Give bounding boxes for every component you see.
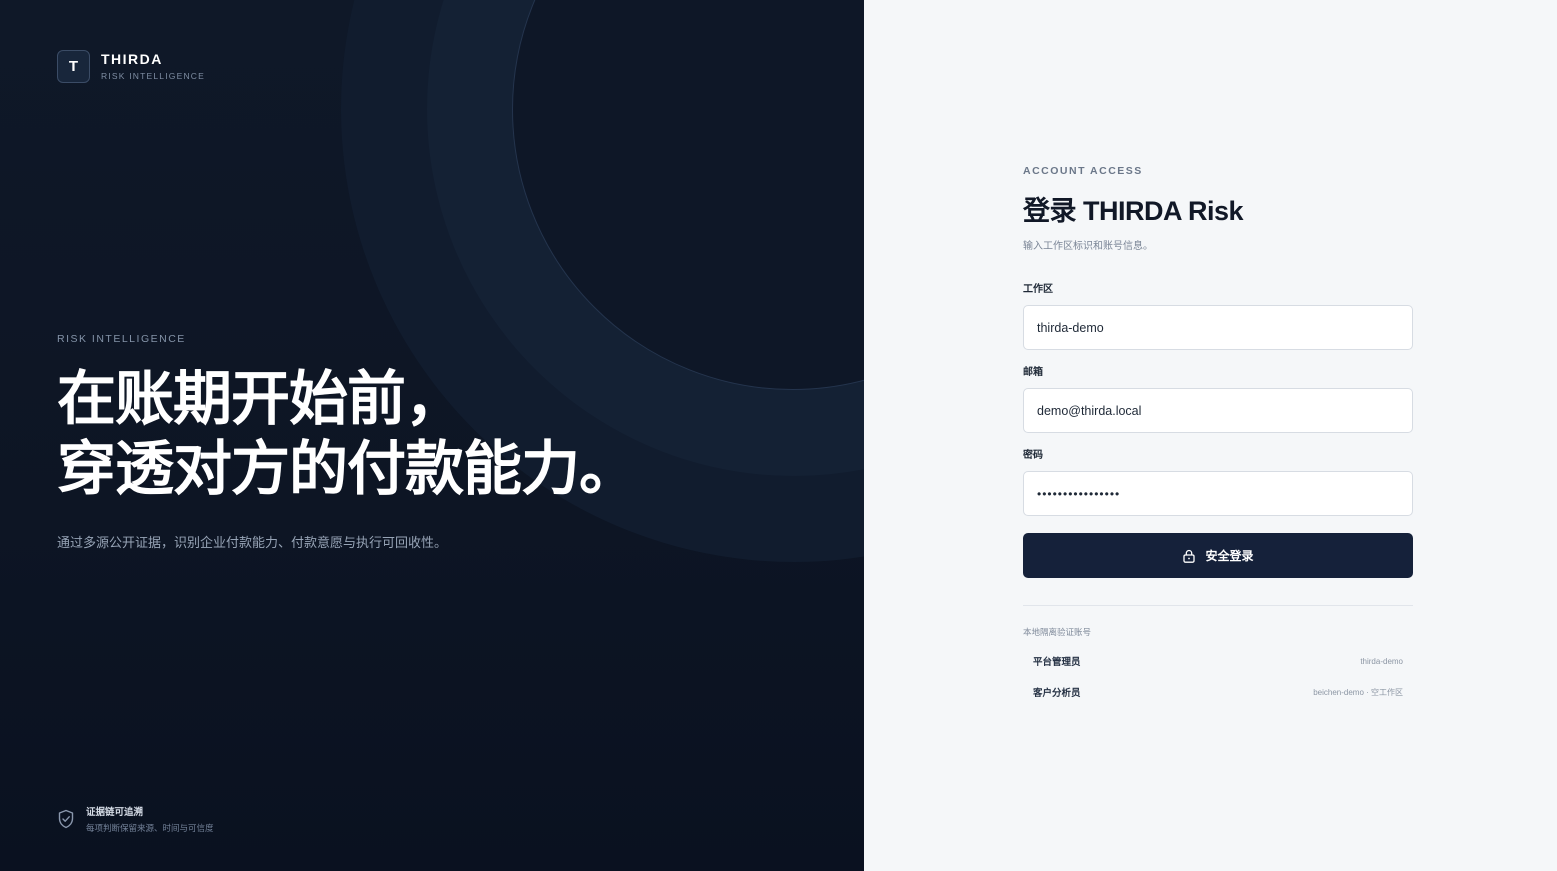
trust-note-title: 证据链可追溯 [86,807,144,818]
trust-note-text: 证据链可追溯 每项判断保留来源、时间与可信度 [86,804,214,834]
hero-description: 通过多源公开证据，识别企业付款能力、付款意愿与执行可回收性。 [57,535,448,550]
brand-text: THIRDA RISK INTELLIGENCE [101,51,206,82]
login-panel: ACCOUNT ACCESS 登录 THIRDA Risk 输入工作区标识和账号… [864,0,1557,871]
divider [1023,605,1413,606]
demo-accounts-caption: 本地隔离验证账号 [1023,627,1092,637]
hero-headline: 在账期开始前， 穿透对方的付款能力。 [57,364,638,504]
workspace-field-group: 工作区 [1023,279,1413,350]
demo-account-client-analyst[interactable]: 客户分析员 beichen-demo · 空工作区 [1023,678,1413,706]
password-label: 密码 [1023,450,1043,461]
demo-account-role: 客户分析员 [1033,688,1081,699]
hero-headline-line-1: 在账期开始前， [57,366,464,432]
password-field-group: 密码 [1023,445,1413,516]
hero-eyebrow: RISK INTELLIGENCE [57,333,186,345]
trust-note: 证据链可追溯 每项判断保留来源、时间与可信度 [57,804,214,834]
shield-check-icon [58,809,74,829]
demo-account-platform-admin[interactable]: 平台管理员 thirda-demo [1023,647,1413,675]
brand-tagline: RISK INTELLIGENCE [101,71,206,81]
demo-account-workspace: beichen-demo · 空工作区 [1313,687,1403,697]
login-title: 登录 THIRDA Risk [1023,196,1244,226]
workspace-label: 工作区 [1023,284,1053,295]
hero-panel: T THIRDA RISK INTELLIGENCE RISK INTELLIG… [0,0,864,871]
secure-login-label: 安全登录 [1205,549,1254,563]
login-eyebrow: ACCOUNT ACCESS [1023,165,1143,177]
password-input[interactable] [1023,471,1413,516]
email-label: 邮箱 [1023,367,1043,378]
lock-icon [1183,549,1196,563]
secure-login-button[interactable]: 安全登录 [1023,533,1413,578]
login-form: ACCOUNT ACCESS 登录 THIRDA Risk 输入工作区标识和账号… [1023,165,1413,699]
brand-mark-icon: T [57,50,90,83]
email-field-group: 邮箱 [1023,362,1413,433]
brand-logo[interactable]: T THIRDA RISK INTELLIGENCE [57,50,205,83]
demo-account-role: 平台管理员 [1033,657,1081,668]
hero-headline-line-2: 穿透对方的付款能力。 [57,436,638,502]
demo-account-workspace: thirda-demo [1360,656,1403,666]
email-input[interactable] [1023,388,1413,433]
trust-note-subtitle: 每项判断保留来源、时间与可信度 [86,823,214,833]
workspace-input[interactable] [1023,305,1413,350]
brand-name: THIRDA [101,51,163,67]
login-subtitle: 输入工作区标识和账号信息。 [1023,241,1153,252]
